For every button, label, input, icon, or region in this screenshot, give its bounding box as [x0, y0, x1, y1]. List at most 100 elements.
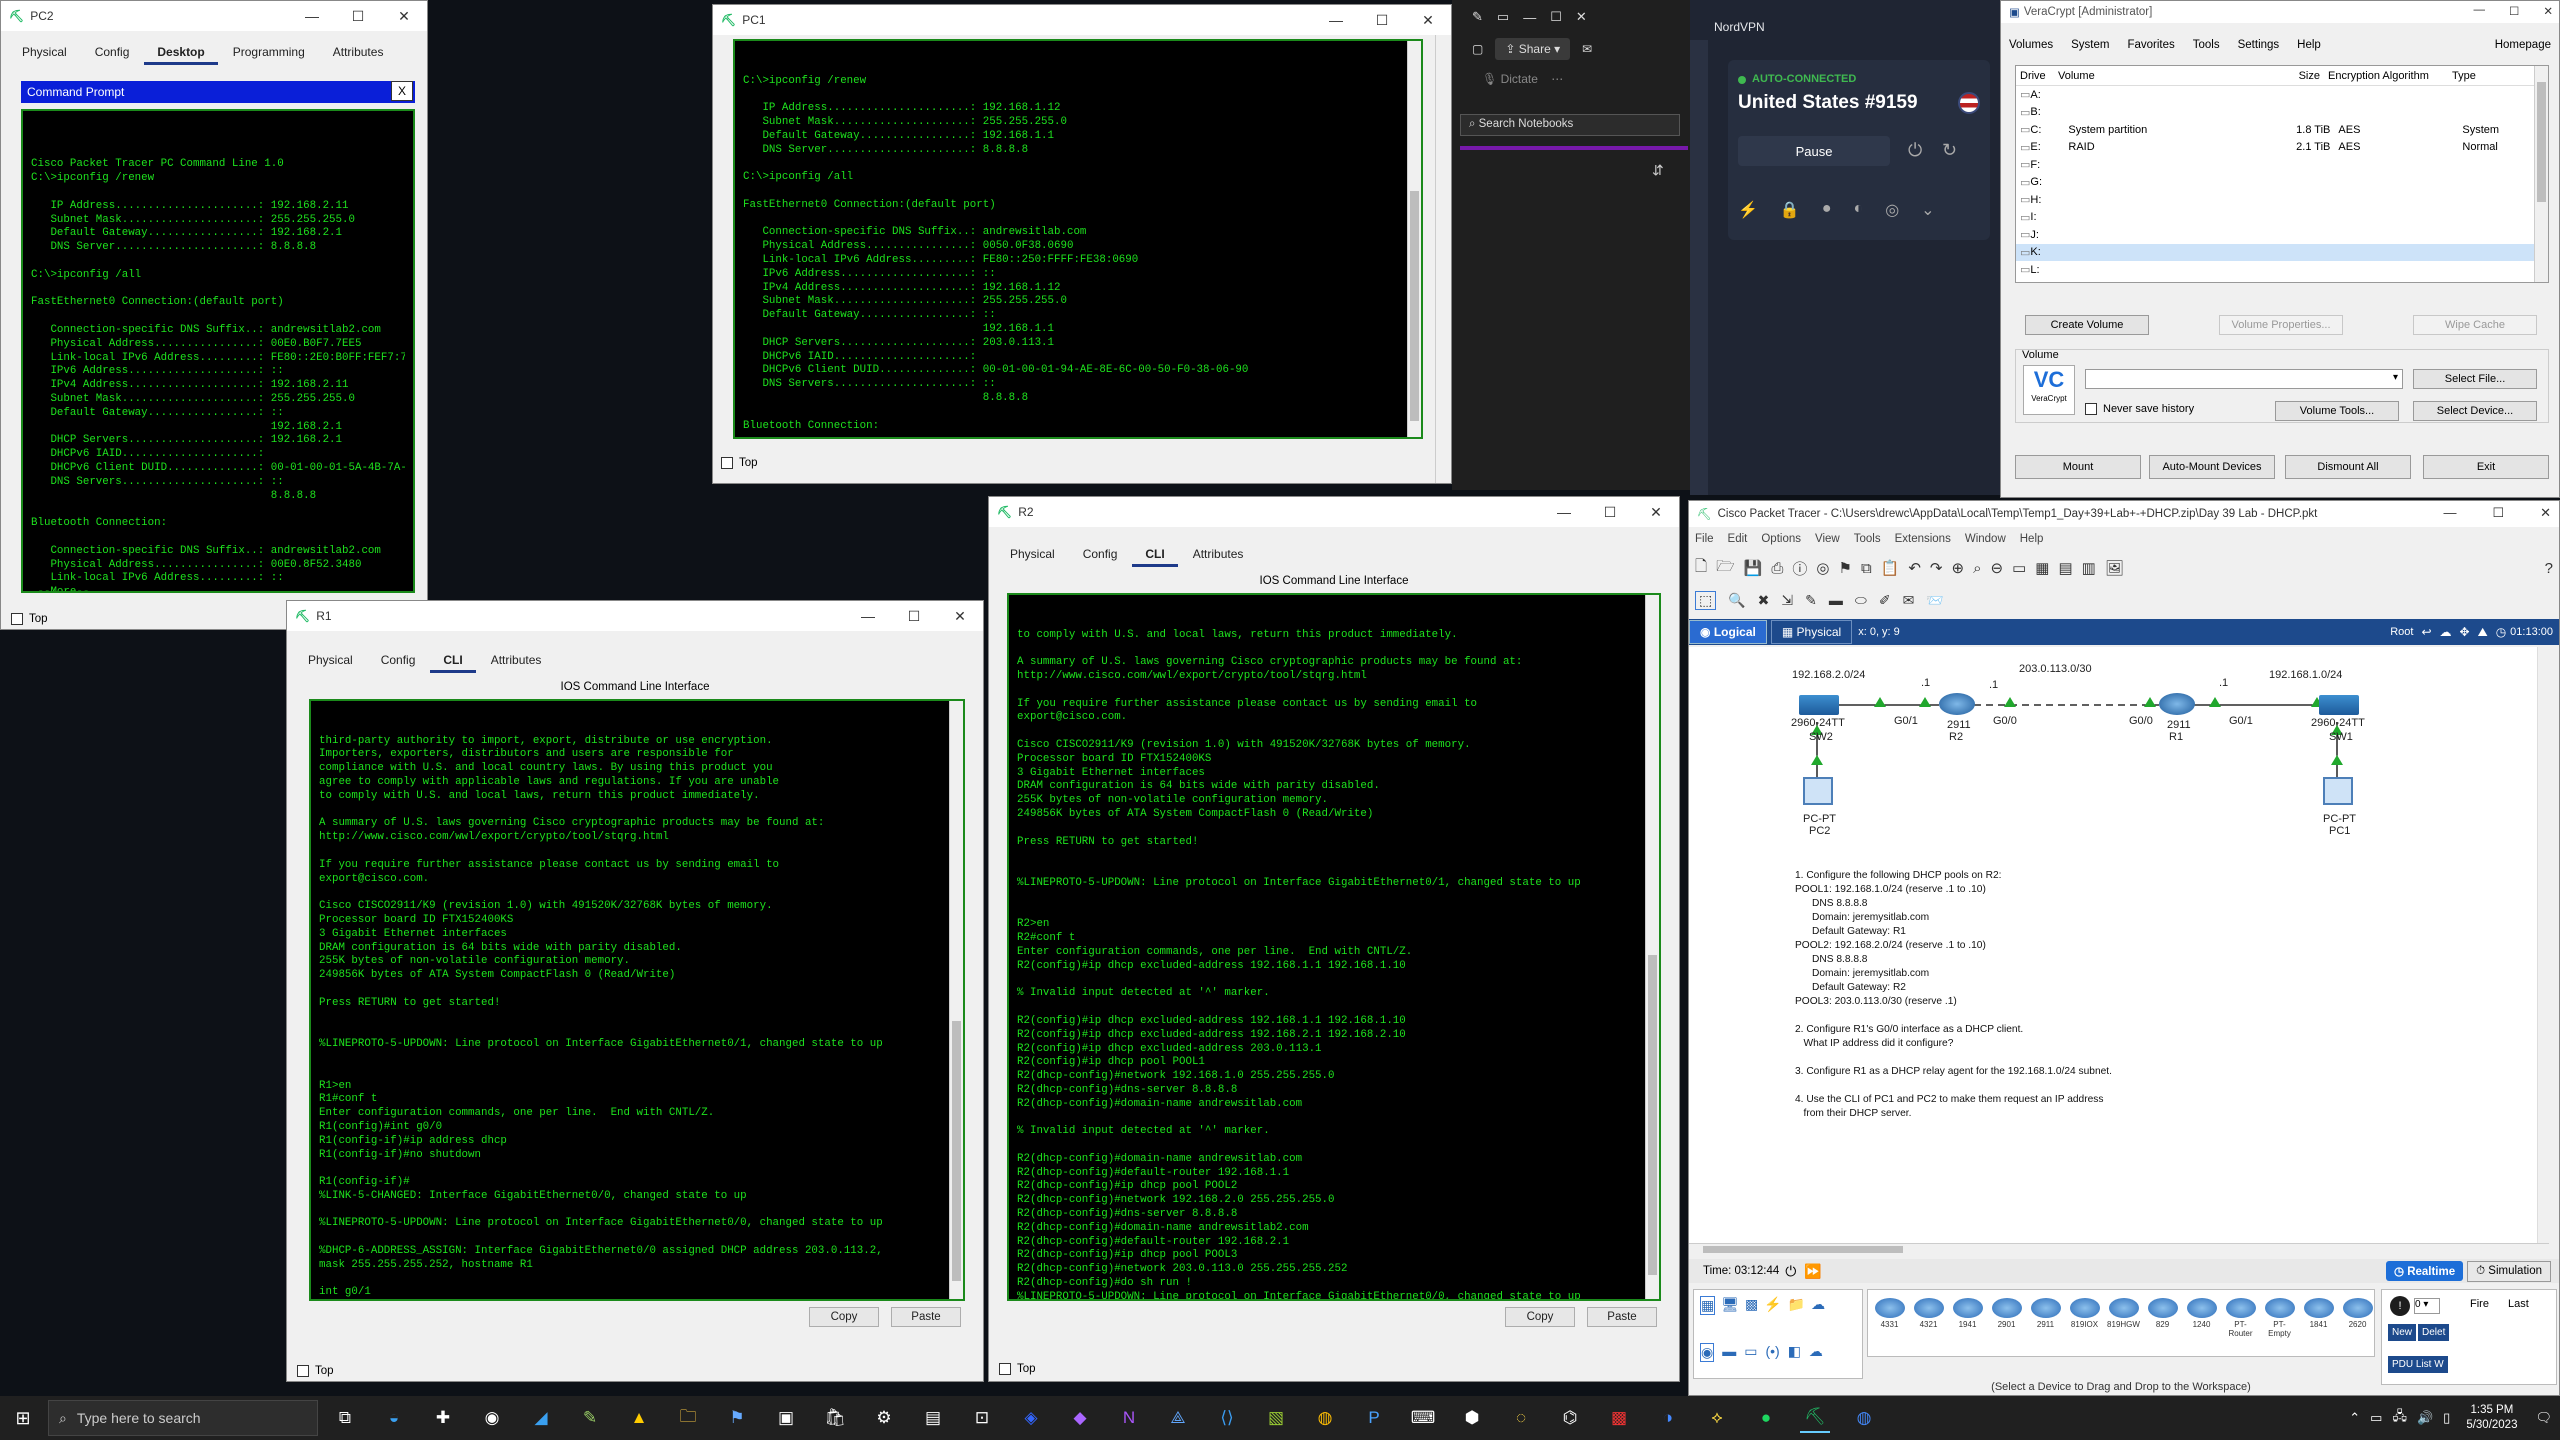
menu-help[interactable]: Help [2297, 39, 2321, 57]
search-notebooks-input[interactable]: ⌕ Search Notebooks [1460, 114, 1680, 136]
app-icon[interactable]: ◈ [1016, 1403, 1046, 1433]
viewport-icon[interactable]: ▥ [2082, 559, 2096, 577]
paste-icon[interactable]: 📋 [1881, 559, 1900, 577]
device-model-item[interactable]: 1941 [1950, 1294, 1985, 1352]
minimize-icon[interactable]: — [289, 1, 335, 31]
close-icon[interactable]: ✕ [1405, 5, 1451, 35]
tab-cli[interactable]: CLI [430, 649, 476, 673]
feedback-icon[interactable]: ✉ [1582, 42, 1592, 56]
drive-row[interactable]: ▭ H: [2016, 191, 2548, 209]
minimize-icon[interactable]: — [2443, 505, 2456, 521]
share-button[interactable]: ⇪ Share ▾ [1495, 38, 1571, 60]
device-model-item[interactable]: 1240 [2184, 1294, 2219, 1352]
homepage-link[interactable]: Homepage [2495, 39, 2551, 57]
maximize-icon[interactable]: ☐ [335, 1, 381, 31]
network-info-icon[interactable]: ◎ [1816, 559, 1829, 577]
lock-icon[interactable]: 🔒 [1780, 200, 1800, 220]
close-icon[interactable]: ✕ [937, 601, 983, 631]
notification-icon[interactable]: 🗨 [2535, 1410, 2552, 1426]
volume-path-select[interactable]: ▾ [2085, 369, 2403, 389]
palette-icon[interactable]: ▦ [2035, 559, 2049, 577]
select-icon[interactable]: ⬚ [1695, 590, 1717, 610]
new-scenario-button[interactable]: New [2388, 1324, 2417, 1341]
info-icon[interactable]: ⓘ [1792, 558, 1807, 579]
power-cycle-icon[interactable]: ⏻ [1785, 1263, 1796, 1280]
pc1-top-checkbox[interactable]: Top [721, 457, 758, 469]
workspace-v-scrollbar[interactable] [2537, 647, 2549, 1243]
redo-icon[interactable]: ↷ [1930, 559, 1943, 577]
r2-top-checkbox[interactable]: Top [999, 1363, 1036, 1375]
tab-physical[interactable]: Physical [997, 543, 1068, 567]
app-icon[interactable]: ▤ [918, 1403, 948, 1433]
device-model-scrollbar[interactable] [1867, 1359, 2375, 1369]
delete-scenario-button[interactable]: Delet [2418, 1324, 2450, 1341]
wan-emulation-icon[interactable]: ☁ [1809, 1343, 1823, 1362]
never-save-history-checkbox[interactable]: Never save history [2085, 403, 2194, 416]
save-icon[interactable]: 💾 [1744, 559, 1763, 577]
security-icon[interactable]: ◧ [1788, 1343, 1801, 1362]
menu-options[interactable]: Options [1761, 533, 1801, 545]
scrollbar-thumb[interactable] [952, 1021, 961, 1281]
minimize-icon[interactable]: — [1541, 497, 1587, 527]
packet-tracer-taskbar-icon[interactable]: ⛏ [1800, 1403, 1830, 1433]
network-icon[interactable]: 🖧 [2392, 1407, 2407, 1429]
shield-icon[interactable]: ◐ [1854, 200, 1864, 220]
r2-titlebar[interactable]: ⛏ R2 — ☐ ✕ [989, 497, 1679, 527]
cloud-icon[interactable]: ☁ [2440, 625, 2452, 639]
col-drive[interactable]: Drive [2020, 70, 2058, 82]
pc1-outer-scrollbar[interactable] [1435, 35, 1451, 483]
r2-terminal-scrollbar[interactable] [1645, 595, 1659, 1299]
pc2-terminal[interactable]: Cisco Packet Tracer PC Command Line 1.0 C… [21, 109, 415, 593]
minimize-icon[interactable]: — [845, 601, 891, 631]
drive-row[interactable]: ▭ F: [2016, 156, 2548, 174]
lab-instructions-note[interactable]: 1. Configure the following DHCP pools on… [1795, 869, 2175, 1121]
auto-mount-button[interactable]: Auto-Mount Devices [2149, 455, 2275, 479]
file-explorer-icon[interactable]: 🗀 [673, 1403, 703, 1433]
vscode-icon[interactable]: ⟨⟩ [1212, 1403, 1242, 1433]
tray-app-icon[interactable]: ▭ [2370, 1410, 2382, 1426]
r1-terminal[interactable]: third-party authority to import, export,… [309, 699, 965, 1301]
select-device-button[interactable]: Select Device... [2413, 401, 2537, 421]
drive-list[interactable]: Drive Volume Size Encryption Algorithm T… [2015, 65, 2549, 283]
drive-row[interactable]: ▭ K: [2016, 243, 2548, 261]
r1-titlebar[interactable]: ⛏ R1 — ☐ ✕ [287, 601, 983, 631]
maximize-icon[interactable]: ☐ [891, 601, 937, 631]
edge-icon[interactable]: ◒ [379, 1403, 409, 1433]
chevron-up-icon[interactable]: ⌃ [2349, 1410, 2360, 1426]
close-icon[interactable]: ✕ [2540, 505, 2551, 521]
switches-icon[interactable]: ▬ [1722, 1343, 1736, 1362]
dictate-button[interactable]: 🎙 Dictate ⋯ [1482, 72, 1563, 86]
app-icon[interactable]: ⬢ [1457, 1403, 1487, 1433]
tab-config[interactable]: Config [368, 649, 429, 673]
drive-list-scrollbar[interactable] [2534, 66, 2548, 282]
tab-attributes[interactable]: Attributes [320, 41, 397, 65]
viewport-icon[interactable]: ⛰ [2478, 625, 2488, 640]
threat-protection-icon[interactable]: ⚡ [1738, 200, 1758, 220]
menu-extensions[interactable]: Extensions [1895, 533, 1951, 545]
minimize-icon[interactable]: — [2474, 4, 2486, 18]
app-icon[interactable]: ◌ [1506, 1403, 1536, 1433]
connections-icon[interactable]: ⚡ [1764, 1296, 1781, 1315]
veracrypt-titlebar[interactable]: ▣ VeraCrypt [Administrator] — ☐ ✕ [2001, 1, 2559, 23]
clock[interactable]: 1:35 PM 5/30/2023 [2466, 1403, 2517, 1433]
pdu-list-button[interactable]: PDU List W [2388, 1356, 2448, 1373]
app-icon[interactable]: ◑ [1653, 1403, 1683, 1433]
device-model-item[interactable]: PT-Empty [2262, 1294, 2297, 1352]
chrome-icon[interactable]: ◍ [1849, 1403, 1879, 1433]
col-size[interactable]: Size [2278, 70, 2328, 82]
app-icon[interactable]: ⊡ [967, 1403, 997, 1433]
col-volume[interactable]: Volume [2058, 70, 2278, 82]
maximize-icon[interactable]: ☐ [2492, 505, 2504, 521]
chrome-icon[interactable]: ◍ [1310, 1403, 1340, 1433]
drive-row[interactable]: ▭ J: [2016, 226, 2548, 244]
pt-titlebar[interactable]: ⛏ Cisco Packet Tracer - C:\Users\drewc\A… [1689, 501, 2559, 527]
pt-workspace[interactable]: 192.168.2.0/24 203.0.113.0/30 192.168.1.… [1689, 647, 2549, 1243]
task-view-icon[interactable]: ⧉ [330, 1403, 360, 1433]
menu-volumes[interactable]: Volumes [2009, 39, 2053, 57]
app-icon[interactable]: ▲ [624, 1403, 654, 1433]
menu-window[interactable]: Window [1965, 533, 2006, 545]
minimize-icon[interactable]: — [1313, 5, 1359, 35]
pc2-device-icon[interactable] [1803, 777, 1833, 805]
command-prompt-close-button[interactable]: X [391, 81, 413, 101]
new-file-icon[interactable]: 🗋 [1695, 556, 1707, 581]
